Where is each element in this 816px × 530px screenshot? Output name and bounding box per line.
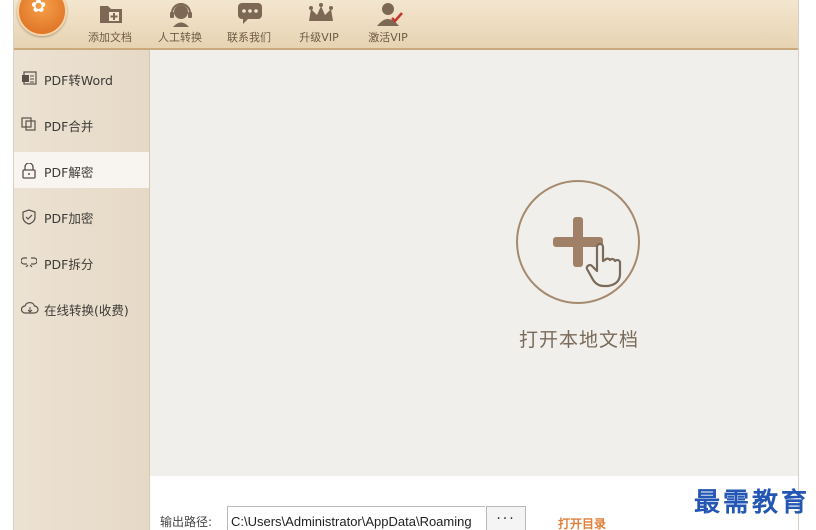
contact-us-label: 联系我们 [227, 31, 271, 44]
manual-convert-label: 人工转换 [158, 31, 202, 44]
manual-convert-button[interactable]: 人工转换 [150, 0, 210, 48]
open-directory-link[interactable]: 打开目录 [558, 515, 606, 530]
sidebar-item-label: PDF拆分 [44, 257, 94, 272]
hand-cursor-icon [585, 242, 622, 288]
sidebar-item-label: PDF加密 [44, 211, 94, 226]
activate-vip-label: 激活VIP [368, 31, 408, 44]
output-path-label: 输出路径: [160, 515, 213, 529]
open-local-document-button[interactable]: 打开本地文档 [514, 178, 642, 353]
sidebar-item-pdf-decrypt[interactable]: PDF解密 [14, 152, 149, 188]
sidebar-item-online-convert[interactable]: 在线转换(收费) [14, 290, 149, 326]
upgrade-vip-label: 升级VIP [299, 31, 339, 44]
sidebar-item-pdf-to-word[interactable]: PDF转Word [14, 60, 149, 96]
open-local-document-label: 打开本地文档 [518, 329, 639, 351]
sidebar-item-pdf-split[interactable]: PDF拆分 [14, 244, 149, 280]
add-document-label: 添加文档 [88, 31, 132, 44]
sidebar-item-label: PDF解密 [44, 165, 94, 180]
sidebar: PDF转Word PDF合并 PDF解密 PDF加密 PDF拆分 在线转换(收费… [14, 50, 150, 530]
upgrade-vip-button[interactable]: 升级VIP [289, 0, 349, 48]
sidebar-item-label: PDF转Word [44, 73, 113, 88]
sidebar-item-label: 在线转换(收费) [44, 303, 129, 318]
logo-glyph: ✿ [31, 0, 47, 17]
add-document-button[interactable]: 添加文档 [80, 0, 140, 48]
sidebar-item-pdf-merge[interactable]: PDF合并 [14, 106, 149, 142]
app-logo: ✿ [17, 0, 67, 36]
cloud-icon [21, 302, 39, 314]
unlock-icon [22, 163, 36, 179]
merge-icon [21, 117, 36, 131]
folder-add-icon [100, 6, 122, 23]
activate-vip-button[interactable]: 激活VIP [358, 0, 418, 48]
watermark: 最需教育 [694, 488, 811, 518]
contact-us-button[interactable]: 联系我们 [219, 0, 279, 48]
sidebar-item-label: PDF合并 [44, 119, 94, 134]
user-check-icon [377, 3, 403, 26]
crown-icon [309, 3, 333, 21]
add-file-icon [516, 180, 640, 304]
split-icon [21, 257, 37, 268]
browse-button[interactable]: ··· [486, 506, 526, 530]
output-path-field[interactable]: C:\Users\Administrator\AppData\Roaming [227, 506, 485, 530]
shield-icon [22, 209, 36, 225]
chat-bubble-icon [238, 3, 262, 24]
headset-agent-icon [170, 3, 192, 27]
app-window: ✿ 添加文档 人工转换 联系我们 升级VIP 激活VIP PDF转Word PD… [13, 0, 799, 530]
toolbar: ✿ 添加文档 人工转换 联系我们 升级VIP 激活VIP [14, 0, 798, 50]
sidebar-item-pdf-encrypt[interactable]: PDF加密 [14, 198, 149, 234]
main-workspace: 打开本地文档 [150, 50, 798, 476]
word-doc-icon [22, 71, 37, 85]
